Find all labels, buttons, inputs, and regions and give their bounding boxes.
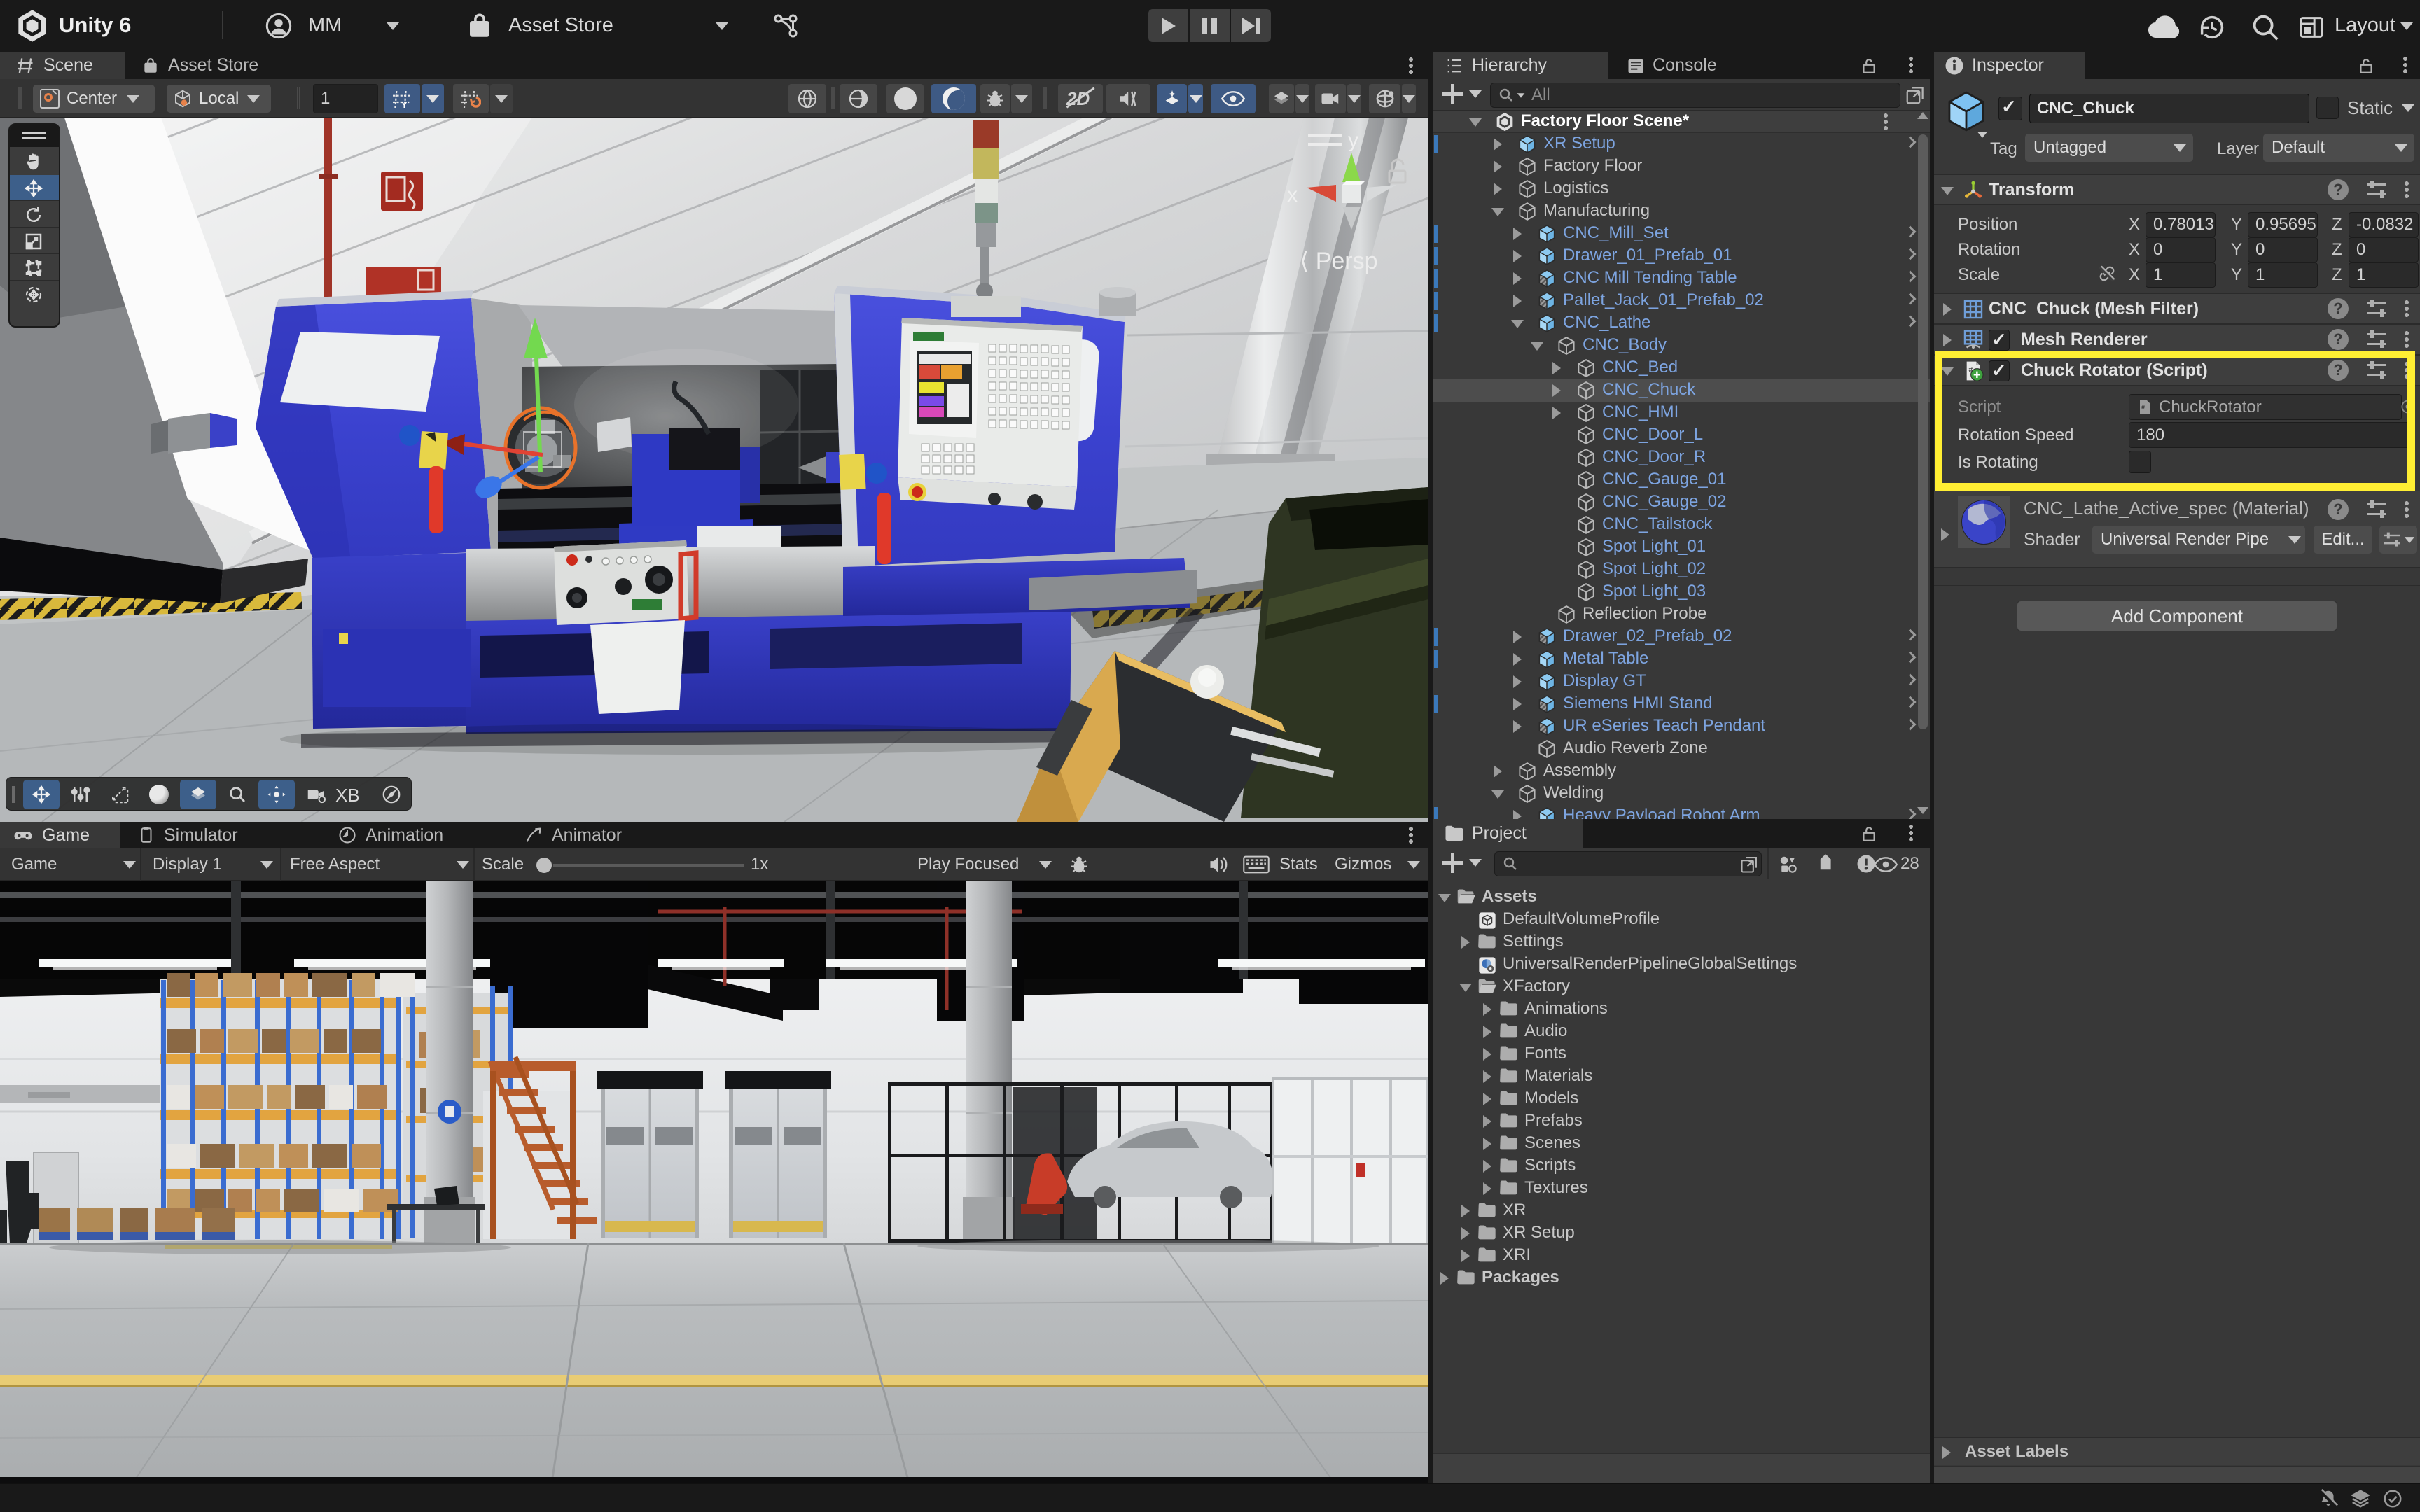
svg-text:⟨ Persp: ⟨ Persp (1300, 248, 1378, 274)
svg-text:#: # (2141, 404, 2145, 411)
svg-text:y: y (1348, 129, 1358, 152)
svg-text:Y: Y (401, 99, 408, 110)
svg-text:x: x (1287, 183, 1298, 206)
